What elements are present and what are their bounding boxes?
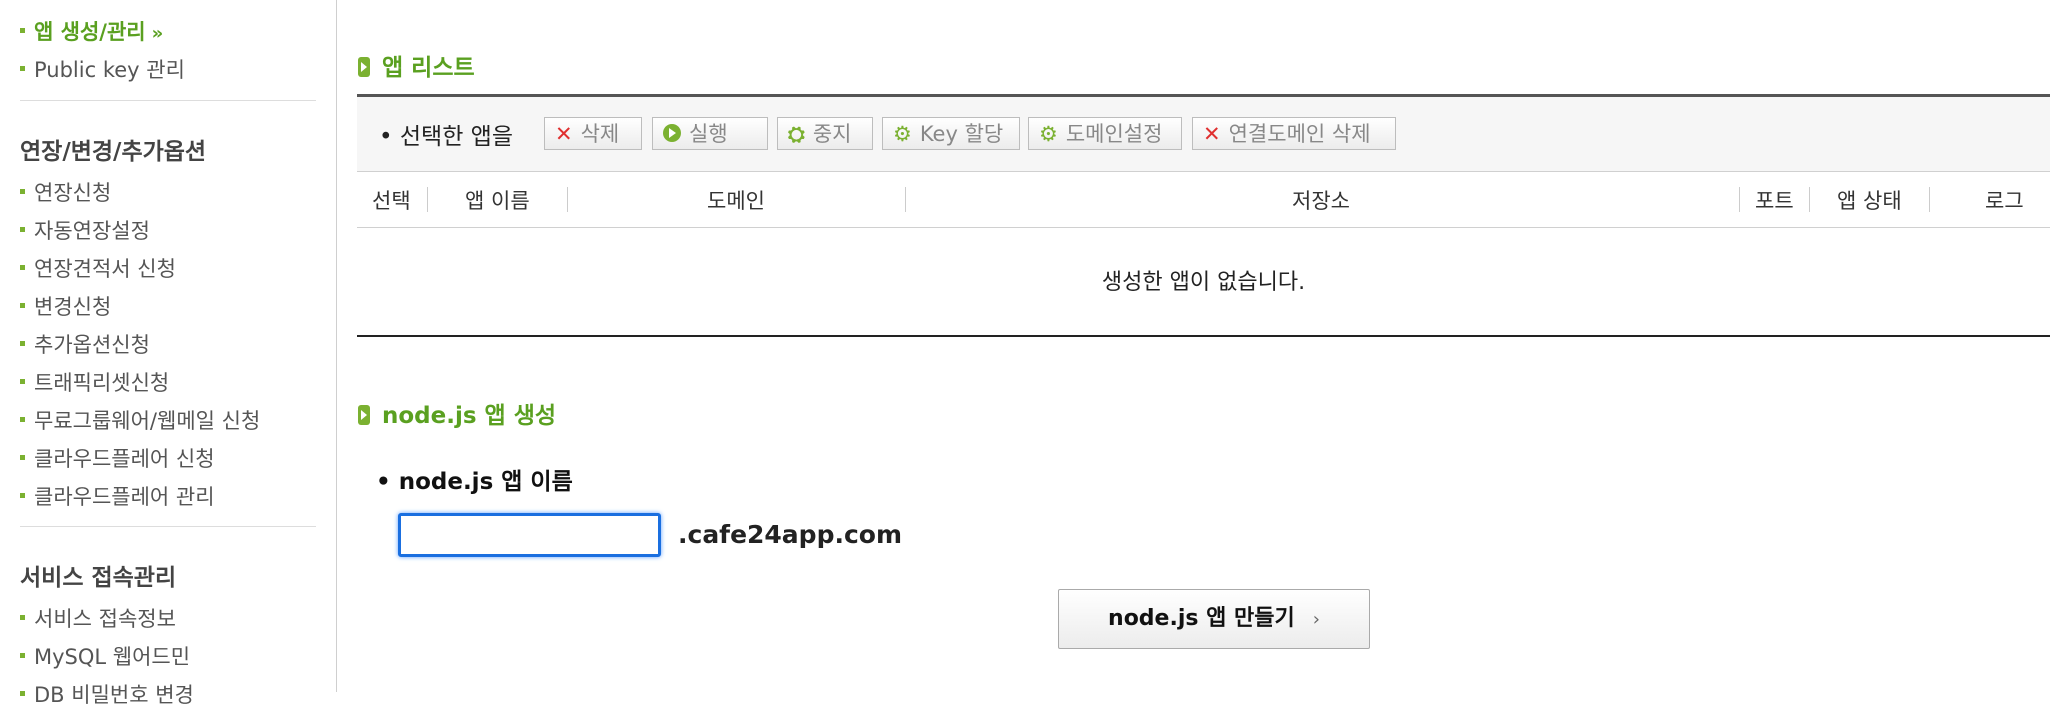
domain-settings-button[interactable]: ⚙ 도메인설정 (1028, 117, 1182, 150)
column-header-port: 포트 (1755, 189, 1794, 213)
unlink-domain-button[interactable]: ✕ 연결도메인 삭제 (1192, 117, 1396, 150)
bullet-icon (20, 302, 25, 308)
column-divider (567, 187, 568, 212)
column-header-select: 선택 (372, 189, 411, 213)
bullet-icon (20, 492, 25, 498)
column-divider (1809, 187, 1810, 212)
sidebar-item-change[interactable]: 변경신청 (20, 291, 111, 321)
x-icon: ✕ (1203, 122, 1221, 146)
app-name-input[interactable] (398, 513, 661, 557)
create-app-button[interactable]: node.js 앱 만들기 › (1058, 589, 1370, 649)
bullet-icon (20, 65, 25, 71)
column-divider (1929, 187, 1930, 212)
bullet-icon (20, 416, 25, 422)
chevron-right-icon: › (1312, 609, 1320, 630)
sidebar-item-addon[interactable]: 추가옵션신청 (20, 329, 150, 359)
sidebar: 앱 생성/관리» Public key 관리 연장/변경/추가옵션 연장신청 자… (0, 0, 337, 707)
column-divider (905, 187, 906, 212)
run-button[interactable]: 실행 (652, 117, 768, 150)
section-title-app-list: 앱 리스트 (358, 48, 475, 82)
x-icon: ✕ (555, 122, 573, 146)
divider (20, 526, 316, 527)
bullet-icon (20, 27, 25, 33)
app-toolbar: • 선택한 앱을 ✕ 삭제 실행 ⛭ 중지 ⚙ Key 할당 ⚙ 도메인설정 ✕ 연결도메… (357, 94, 2050, 172)
sidebar-item-groupware[interactable]: 무료그룹웨어/웹메일 신청 (20, 405, 260, 435)
bullet-icon (20, 454, 25, 460)
column-divider (427, 187, 428, 212)
double-chevron-icon: » (151, 23, 164, 44)
play-icon (663, 124, 681, 142)
column-header-log: 로그 (1985, 189, 2024, 213)
bullet-icon (20, 340, 25, 346)
bullet-icon (20, 614, 25, 620)
section-title-create: node.js 앱 생성 (358, 396, 556, 430)
column-header-app-status: 앱 상태 (1837, 189, 1902, 213)
column-header-app-name: 앱 이름 (465, 189, 530, 213)
empty-message: 생성한 앱이 없습니다. (1101, 270, 1306, 295)
section-bullet-icon (358, 404, 370, 425)
key-assign-button[interactable]: ⚙ Key 할당 (882, 117, 1020, 150)
bullet-icon (20, 690, 25, 696)
sidebar-item-db-password[interactable]: DB 비밀번호 변경 (20, 679, 194, 709)
app-name-label: • node.js 앱 이름 (376, 469, 573, 495)
column-header-storage: 저장소 (1292, 189, 1350, 213)
stop-button[interactable]: ⛭ 중지 (777, 117, 873, 150)
divider (20, 100, 316, 101)
sidebar-item-cloudflare-apply[interactable]: 클라우드플레어 신청 (20, 443, 215, 473)
sidebar-item-auto-renew[interactable]: 자동연장설정 (20, 215, 150, 245)
sidebar-item-renew[interactable]: 연장신청 (20, 177, 111, 207)
gear-icon: ⚙ (1039, 122, 1058, 146)
domain-suffix: .cafe24app.com (678, 520, 903, 549)
bullet-icon (20, 226, 25, 232)
sidebar-item-service-info[interactable]: 서비스 접속정보 (20, 603, 176, 633)
sidebar-item-public-key[interactable]: Public key 관리 (20, 54, 185, 84)
stop-icon: ⛭ (788, 122, 805, 146)
table-empty-row: 생성한 앱이 없습니다. (357, 228, 2050, 337)
bullet-icon (20, 188, 25, 194)
sidebar-item-cloudflare-manage[interactable]: 클라우드플레어 관리 (20, 481, 215, 511)
bullet-icon (20, 378, 25, 384)
sidebar-item-mysql-admin[interactable]: MySQL 웹어드민 (20, 641, 190, 671)
sidebar-item-renew-quote[interactable]: 연장견적서 신청 (20, 253, 176, 283)
column-header-domain: 도메인 (707, 189, 765, 213)
bullet-icon (20, 264, 25, 270)
column-divider (1739, 187, 1740, 212)
toolbar-label: • 선택한 앱을 (379, 124, 513, 150)
section-bullet-icon (358, 56, 370, 77)
table-header: 선택 앱 이름 도메인 저장소 포트 앱 상태 로그 (357, 169, 2050, 228)
sidebar-item-traffic-reset[interactable]: 트래픽리셋신청 (20, 367, 169, 397)
sidebar-section-title: 연장/변경/추가옵션 (20, 139, 207, 165)
sidebar-item-app-manage[interactable]: 앱 생성/관리» (20, 16, 163, 46)
bullet-icon (20, 652, 25, 658)
sidebar-section-title: 서비스 접속관리 (20, 565, 177, 591)
gear-icon: ⚙ (893, 122, 912, 146)
delete-button[interactable]: ✕ 삭제 (544, 117, 642, 150)
